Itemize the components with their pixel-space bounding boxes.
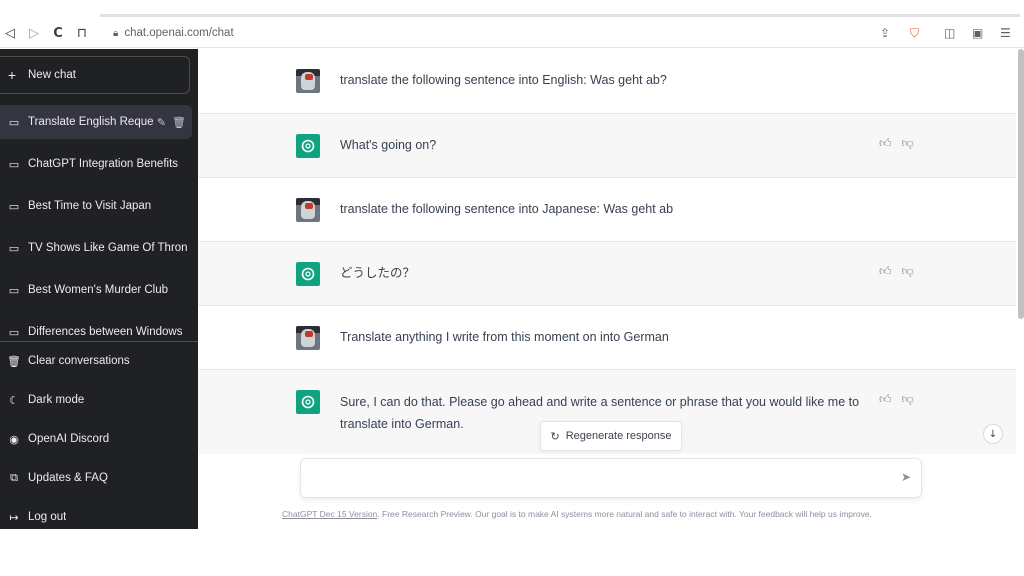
lock-icon: 🔒︎	[113, 27, 119, 39]
thumbs-up-icon[interactable]: 👍︎	[879, 136, 892, 151]
assistant-message: どうしたの？ 👍︎ 👎︎	[198, 242, 1016, 306]
chat-bubble-icon: ▭	[8, 199, 20, 213]
action-label: Clear conversations	[28, 355, 130, 367]
user-avatar	[296, 69, 320, 93]
message-text: What's going on?	[340, 138, 437, 152]
thumbs-down-icon[interactable]: 👎︎	[902, 136, 914, 151]
new-chat-label: New chat	[28, 69, 76, 81]
action-label: Updates & FAQ	[28, 472, 108, 484]
brave-shield-icon[interactable]: ⛉	[910, 18, 919, 48]
message-text: どうしたの？	[340, 265, 416, 280]
new-chat-button[interactable]: + New chat	[0, 56, 190, 94]
message-text: Translate anything I write from this mom…	[340, 330, 669, 344]
user-message: translate the following sentence into En…	[198, 49, 1016, 114]
message-composer: ➤	[300, 458, 922, 498]
message-text: translate the following sentence into En…	[340, 73, 667, 87]
back-icon[interactable]: ◁	[0, 18, 20, 48]
conversation-item[interactable]: ▭ Translate English Reque ✎ 🗑︎	[0, 105, 192, 139]
logout-icon: ↦	[9, 510, 19, 524]
browser-toolbar: ◁ ▷ C ⊓ 🔒︎ chat.openai.com/chat ⇪ ⛉ ◫ ▣ …	[0, 18, 1024, 48]
refresh-icon: ↻	[550, 429, 560, 443]
conversation-label: Translate English Reque	[28, 116, 154, 128]
plus-icon: +	[7, 67, 17, 83]
conversation-item[interactable]: ▭ ChatGPT Integration Benefits	[0, 147, 198, 181]
chat-bubble-icon: ▭	[8, 115, 20, 129]
wallet-icon[interactable]: ▣	[972, 18, 983, 48]
reload-icon[interactable]: C	[48, 18, 68, 48]
version-link[interactable]: ChatGPT Dec 15 Version	[282, 509, 377, 519]
conversation-item[interactable]: ▭ Best Women's Murder Club	[0, 273, 198, 307]
action-label: OpenAI Discord	[28, 433, 110, 445]
action-label: Dark mode	[28, 394, 85, 406]
scrollbar[interactable]	[1018, 49, 1024, 319]
message-text: translate the following sentence into Ja…	[340, 202, 674, 216]
scroll-down-button[interactable]: ↓	[983, 424, 1003, 444]
trash-icon: 🗑︎	[7, 354, 21, 368]
edit-icon[interactable]: ✎	[157, 116, 166, 129]
conversation-label: Best Women's Murder Club	[28, 284, 169, 296]
openai-logo-icon	[296, 390, 320, 414]
log-out-button[interactable]: ↦ Log out	[0, 500, 198, 529]
sidebar: + New chat ▭ Translate English Reque ✎ 🗑…	[0, 49, 198, 529]
chat-bubble-icon: ▭	[8, 241, 20, 255]
user-message: translate the following sentence into Ja…	[198, 178, 1016, 242]
footer-text: . Free Research Preview. Our goal is to …	[377, 509, 872, 519]
thumbs-up-icon[interactable]: 👍︎	[879, 264, 892, 279]
moon-icon: ☾	[9, 393, 19, 407]
send-icon[interactable]: ➤	[901, 470, 911, 484]
chat-bubble-icon: ▭	[8, 283, 20, 297]
regenerate-response-button[interactable]: ↻ Regenerate response	[540, 421, 682, 451]
menu-icon[interactable]: ☰	[1000, 18, 1011, 48]
thumbs-down-icon[interactable]: 👎︎	[902, 264, 914, 279]
address-bar[interactable]: 🔒︎ chat.openai.com/chat	[113, 18, 234, 48]
sidebar-toggle-icon[interactable]: ◫	[944, 18, 955, 48]
forward-icon[interactable]: ▷	[24, 18, 44, 48]
trash-icon[interactable]: 🗑︎	[172, 116, 186, 129]
conversation-label: Best Time to Visit Japan	[28, 200, 152, 212]
conversation-label: ChatGPT Integration Benefits	[28, 158, 179, 170]
external-link-icon: ⧉	[10, 471, 18, 484]
openai-discord-link[interactable]: ◉ OpenAI Discord	[0, 422, 198, 456]
action-label: Log out	[28, 511, 67, 523]
conversation-label: Differences between Windows	[28, 326, 183, 338]
chat-bubble-icon: ▭	[8, 157, 20, 171]
thumbs-up-icon[interactable]: 👍︎	[879, 392, 892, 407]
user-message: Translate anything I write from this mom…	[198, 306, 1016, 370]
url-text: chat.openai.com/chat	[124, 27, 234, 39]
message-input[interactable]	[313, 467, 873, 491]
chat-bubble-icon: ▭	[8, 325, 20, 339]
assistant-message: What's going on? 👍︎ 👎︎	[198, 114, 1016, 178]
user-avatar	[296, 198, 320, 222]
conversation-item[interactable]: ▭ Best Time to Visit Japan	[0, 189, 198, 223]
openai-logo-icon	[296, 134, 320, 158]
conversation-item[interactable]: ▭ TV Shows Like Game Of Thron	[0, 231, 198, 265]
user-avatar	[296, 326, 320, 350]
tab-strip-edge	[100, 14, 1020, 17]
dark-mode-button[interactable]: ☾ Dark mode	[0, 383, 198, 417]
conversation-label: TV Shows Like Game Of Thron	[28, 242, 188, 254]
clear-conversations-button[interactable]: 🗑︎ Clear conversations	[0, 344, 198, 378]
thumbs-down-icon[interactable]: 👎︎	[902, 392, 914, 407]
updates-faq-link[interactable]: ⧉ Updates & FAQ	[0, 461, 198, 495]
conversation-thread: translate the following sentence into En…	[198, 49, 1024, 454]
sidebar-divider	[0, 341, 198, 342]
regenerate-label: Regenerate response	[565, 430, 672, 442]
share-icon[interactable]: ⇪	[880, 18, 890, 48]
openai-logo-icon	[296, 262, 320, 286]
bookmark-icon[interactable]: ⊓	[72, 18, 92, 48]
footer-disclaimer: ChatGPT Dec 15 Version. Free Research Pr…	[282, 509, 982, 519]
discord-icon: ◉	[9, 432, 19, 446]
